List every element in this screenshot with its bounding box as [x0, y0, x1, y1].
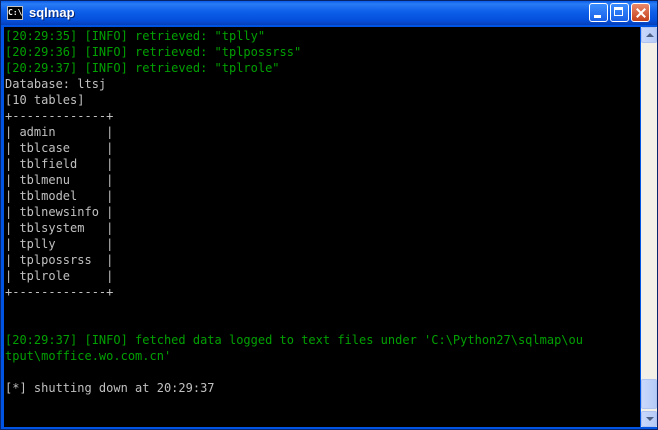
console-line: | tplly | — [5, 237, 114, 251]
console-line: | tblmenu | — [5, 173, 114, 187]
scroll-down-button[interactable] — [641, 411, 657, 427]
console-line: [20:29:37] [INFO] retrieved: "tplrole" — [5, 61, 280, 75]
console-window: C:\ sqlmap [20:29:35] [INFO] retrieved: … — [0, 0, 658, 430]
cmd-icon[interactable]: C:\ — [7, 6, 23, 20]
scroll-thumb[interactable] — [641, 379, 657, 409]
console-line: Database: ltsj — [5, 77, 107, 91]
console-line: | tplrole | — [5, 269, 114, 283]
console-output[interactable]: [20:29:35] [INFO] retrieved: "tplly" [20:… — [4, 27, 640, 427]
console-line: +-------------+ — [5, 285, 114, 299]
console-line: | tblnewsinfo | — [5, 205, 114, 219]
maximize-button[interactable] — [610, 3, 629, 22]
console-line: | tblmodel | — [5, 189, 114, 203]
vertical-scrollbar[interactable] — [641, 27, 657, 427]
console-line: tput\moffice.wo.com.cn' — [5, 349, 172, 363]
console-line: [*] shutting down at 20:29:37 — [5, 381, 215, 395]
console-line: | admin | — [5, 125, 114, 139]
close-button[interactable] — [631, 3, 650, 22]
minimize-button[interactable] — [589, 3, 608, 22]
title-bar[interactable]: C:\ sqlmap — [1, 1, 657, 25]
console-line: [20:29:36] [INFO] retrieved: "tplpossrss… — [5, 45, 302, 59]
console-line: [10 tables] — [5, 93, 85, 107]
window-title: sqlmap — [29, 5, 75, 20]
console-lines: [20:29:35] [INFO] retrieved: "tplly" [20:… — [5, 28, 583, 427]
console-line: | tblsystem | — [5, 221, 114, 235]
console-line: | tplpossrss | — [5, 253, 114, 267]
scroll-up-button[interactable] — [641, 27, 657, 43]
console-line: [20:29:37] [INFO] fetched data logged to… — [5, 333, 583, 347]
console-line: +-------------+ — [5, 109, 114, 123]
console-line: [20:29:35] [INFO] retrieved: "tplly" — [5, 29, 266, 43]
console-line: | tblcase | — [5, 141, 114, 155]
console-line: | tblfield | — [5, 157, 114, 171]
